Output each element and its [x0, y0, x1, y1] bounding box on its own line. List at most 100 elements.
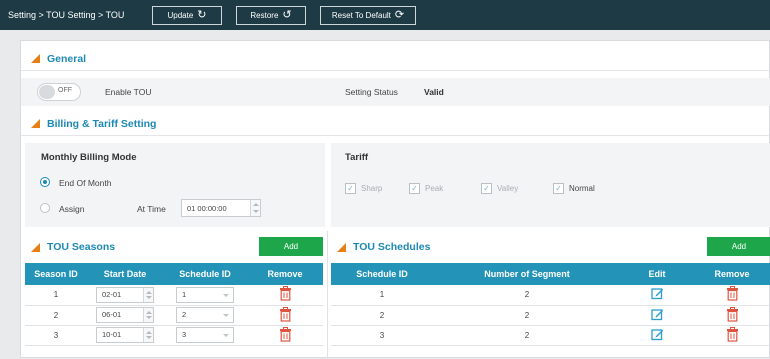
at-time-input[interactable]: 01 00:00:00	[181, 199, 261, 217]
schedule-id-select[interactable]: 1	[176, 286, 234, 303]
billing-section-header: Billing & Tariff Setting	[21, 112, 770, 136]
tou-seasons-header: TOU Seasons	[31, 235, 115, 259]
spinner-arrows-icon[interactable]	[143, 287, 153, 302]
add-season-button[interactable]: Add	[259, 237, 323, 256]
spinner-arrows-icon[interactable]	[143, 328, 153, 342]
tou-schedules-title: TOU Schedules	[353, 241, 431, 253]
table-header-row: Season ID Start Date Schedule ID Remove	[25, 263, 323, 285]
remove-cell	[693, 305, 770, 326]
trash-icon[interactable]	[279, 286, 292, 303]
schedule-id-cell: 2	[163, 305, 247, 326]
toggle-knob	[39, 85, 55, 99]
schedule-id-cell: 1	[163, 285, 247, 306]
tou-seasons-table: Season ID Start Date Schedule ID Remove …	[25, 263, 323, 346]
schedule-id-value: 3	[182, 330, 187, 339]
sync-icon: ⟳	[394, 9, 405, 21]
top-bar: Setting > TOU Setting > TOU Update ↻ Res…	[0, 0, 770, 30]
start-date-input[interactable]: 06-01	[96, 307, 154, 323]
column-header: Remove	[693, 263, 770, 285]
remove-cell	[247, 305, 323, 326]
general-title: General	[47, 52, 87, 65]
trash-icon[interactable]	[726, 306, 739, 324]
column-header: Schedule ID	[331, 263, 433, 285]
assign-label: Assign	[59, 204, 85, 214]
section-marker-icon	[337, 242, 346, 252]
sharp-checkbox[interactable]: ✓	[345, 183, 356, 194]
edit-cell	[621, 305, 693, 326]
general-section-header: General	[21, 47, 770, 71]
start-date-value: 02-01	[102, 289, 122, 299]
toggle-state-label: OFF	[58, 87, 72, 94]
reset-button-label: Reset To Default	[331, 11, 391, 20]
normal-checkbox[interactable]: ✓	[553, 183, 564, 194]
at-time-value: 01 00:00:00	[187, 203, 227, 213]
schedule-id-select[interactable]: 3	[176, 327, 234, 343]
end-of-month-radio[interactable]	[40, 177, 50, 187]
trash-icon[interactable]	[726, 286, 739, 303]
setting-status-label: Setting Status	[345, 87, 398, 97]
season-id-cell: 1	[25, 285, 87, 306]
segment-count-cell: 2	[433, 285, 621, 306]
schedule-id-cell: 2	[331, 305, 433, 326]
season-id-cell: 3	[25, 325, 87, 346]
segment-count-cell: 2	[433, 325, 621, 346]
normal-label: Normal	[569, 184, 595, 193]
section-marker-icon	[31, 54, 40, 63]
schedule-id-select[interactable]: 2	[176, 307, 234, 323]
edit-icon[interactable]	[650, 328, 664, 343]
column-header: Edit	[621, 263, 693, 285]
column-header: Remove	[247, 263, 323, 285]
table-row: 2 2	[331, 305, 770, 326]
spinner-arrows-icon[interactable]	[250, 200, 260, 216]
trash-icon[interactable]	[726, 326, 739, 344]
billing-mode-box: Monthly Billing Mode End Of Month Assign…	[25, 143, 325, 227]
table-header-row: Schedule ID Number of Segment Edit Remov…	[331, 263, 770, 285]
general-row: OFF Enable TOU Setting Status Valid	[21, 78, 770, 106]
section-marker-icon	[31, 242, 40, 252]
end-of-month-label: End Of Month	[59, 178, 112, 188]
settings-panel: General OFF Enable TOU Setting Status Va…	[20, 40, 770, 359]
assign-radio[interactable]	[40, 203, 50, 213]
edit-cell	[621, 285, 693, 306]
season-id-cell: 2	[25, 305, 87, 326]
trash-icon[interactable]	[279, 326, 292, 344]
schedule-id-cell: 3	[163, 325, 247, 346]
start-date-cell: 02-01	[87, 285, 163, 306]
remove-cell	[693, 325, 770, 346]
start-date-input[interactable]: 02-01	[96, 286, 154, 303]
edit-icon[interactable]	[650, 287, 664, 302]
start-date-cell: 06-01	[87, 305, 163, 326]
edit-icon[interactable]	[650, 308, 664, 323]
spinner-arrows-icon[interactable]	[143, 308, 153, 322]
sharp-label: Sharp	[361, 184, 383, 193]
valley-checkbox[interactable]: ✓	[481, 183, 492, 194]
column-header: Schedule ID	[163, 263, 247, 285]
start-date-value: 10-01	[102, 330, 122, 339]
tariff-box: Tariff ✓ Sharp ✓ Peak ✓ Valley ✓ Normal	[331, 143, 770, 227]
update-button[interactable]: Update ↻	[152, 6, 222, 25]
billing-mode-title: Monthly Billing Mode	[41, 152, 137, 163]
remove-cell	[693, 285, 770, 306]
schedule-id-cell: 1	[331, 285, 433, 306]
tou-schedules-header: TOU Schedules	[337, 235, 430, 259]
segment-count-cell: 2	[433, 305, 621, 326]
peak-checkbox[interactable]: ✓	[409, 183, 420, 194]
reset-to-default-button[interactable]: Reset To Default ⟳	[320, 6, 416, 25]
remove-cell	[247, 285, 323, 306]
restore-button[interactable]: Restore ↺	[236, 6, 306, 25]
trash-icon[interactable]	[279, 306, 292, 324]
column-header: Season ID	[25, 263, 87, 285]
table-row: 2 06-01 2	[25, 305, 323, 326]
table-row: 3 2	[331, 325, 770, 346]
column-header: Start Date	[87, 263, 163, 285]
section-marker-icon	[31, 119, 40, 128]
table-row: 3 10-01 3	[25, 325, 323, 346]
refresh-icon: ↻	[197, 9, 207, 21]
at-time-label: At Time	[137, 204, 166, 214]
edit-cell	[621, 325, 693, 346]
enable-tou-toggle[interactable]: OFF	[37, 83, 81, 101]
add-schedule-button[interactable]: Add	[707, 237, 770, 256]
setting-status-value: Valid	[424, 87, 444, 97]
start-date-input[interactable]: 10-01	[96, 327, 154, 343]
update-button-label: Update	[167, 11, 194, 20]
